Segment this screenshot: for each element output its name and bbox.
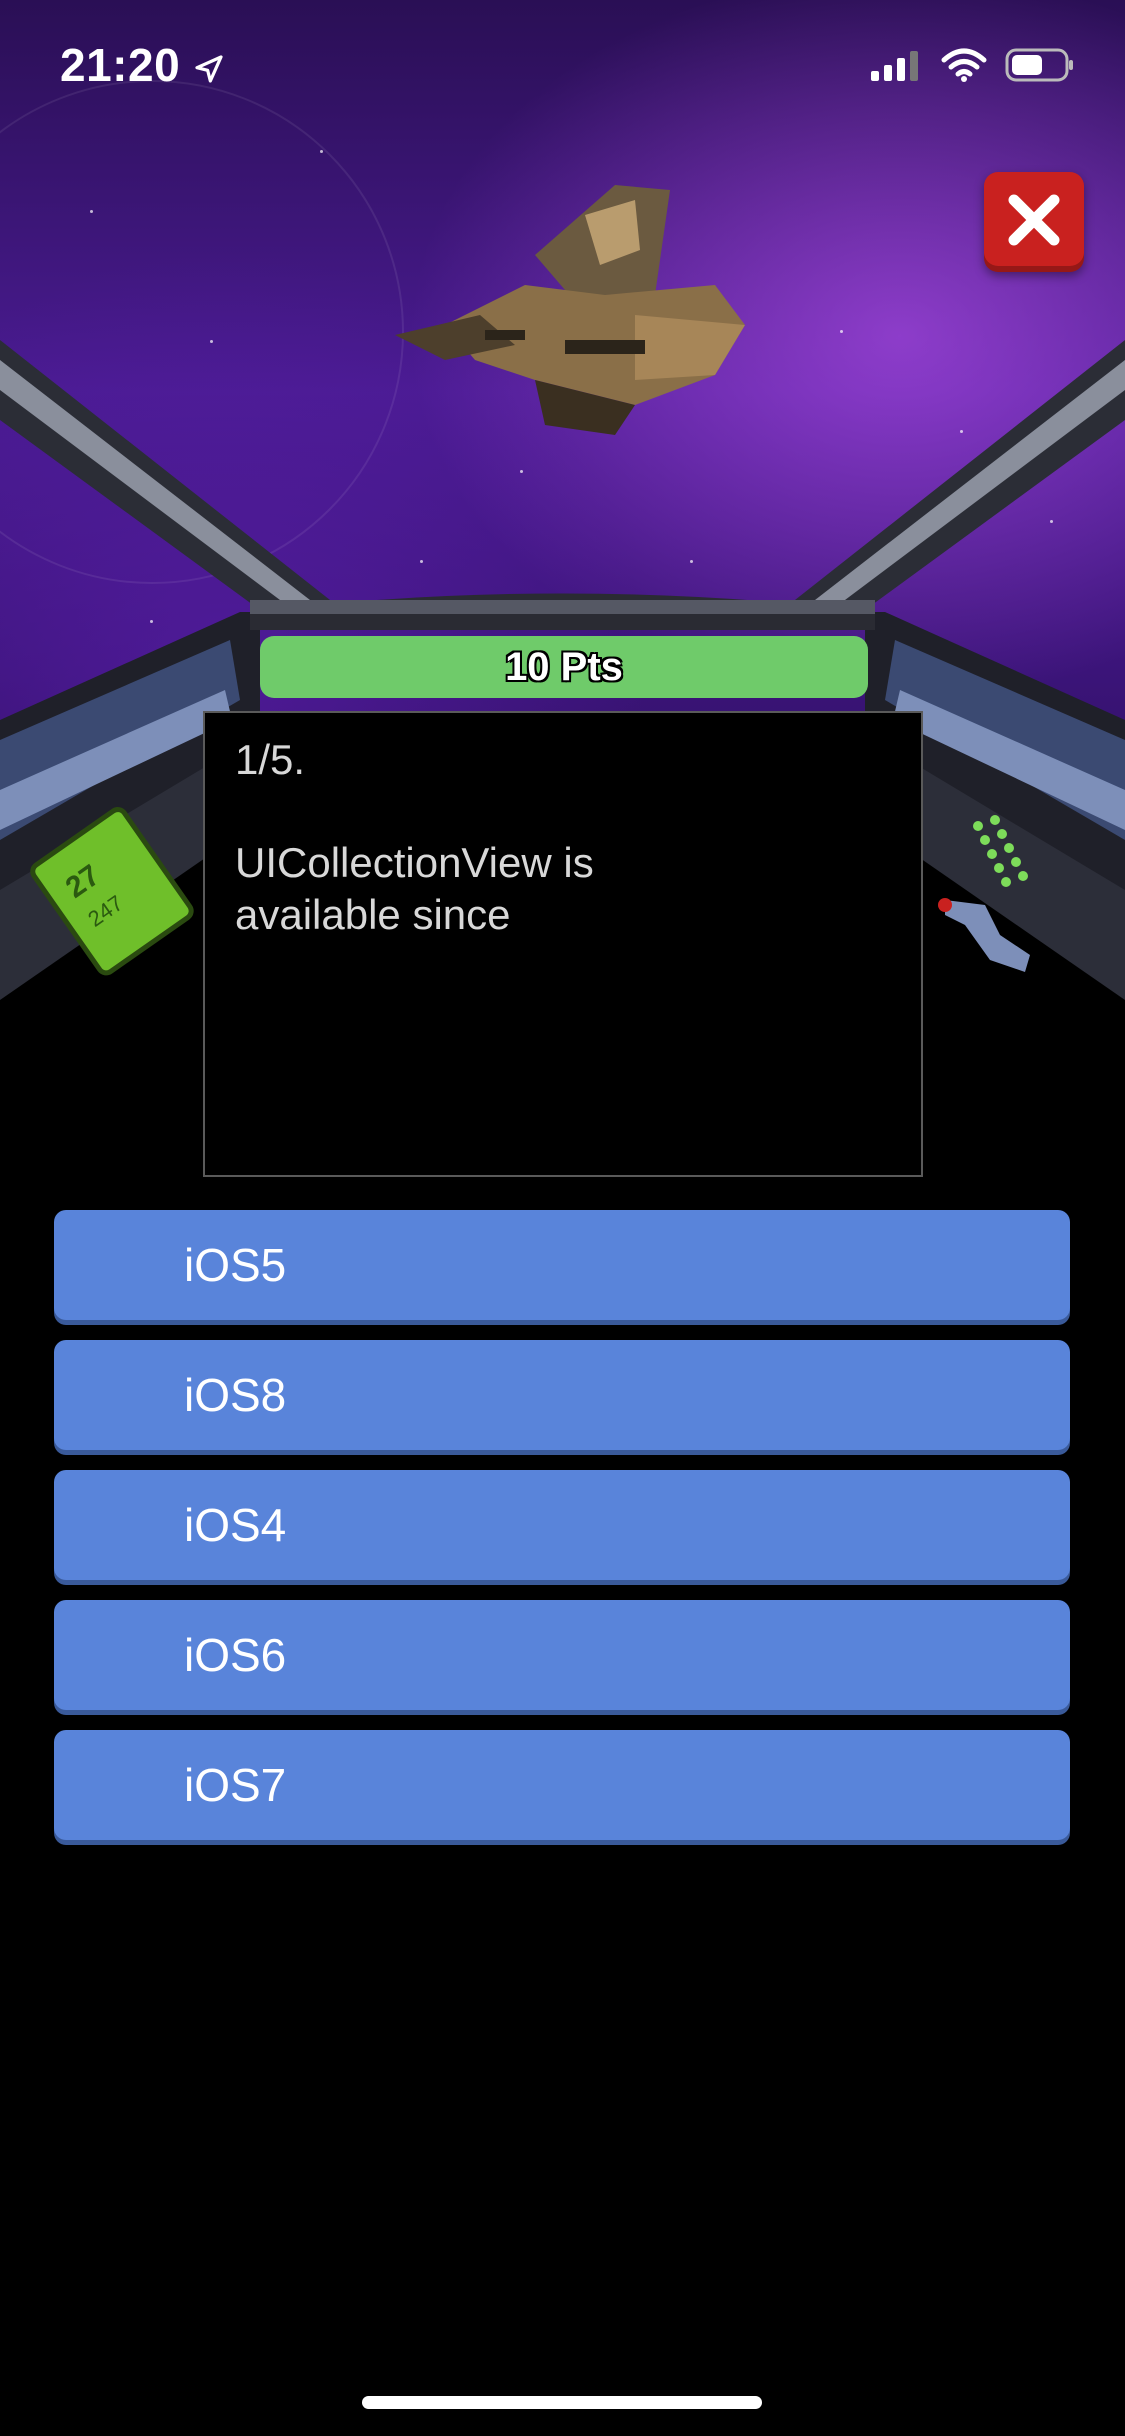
close-button[interactable] [984, 172, 1084, 272]
answer-button-3[interactable]: iOS4 [54, 1470, 1070, 1580]
question-box: 1/5. UICollectionView is available since [203, 711, 923, 1177]
answer-button-2[interactable]: iOS8 [54, 1340, 1070, 1450]
answer-list: iOS5 iOS8 iOS4 iOS6 iOS7 [54, 1210, 1070, 1860]
answer-button-4[interactable]: iOS6 [54, 1600, 1070, 1710]
answer-label: iOS5 [184, 1239, 287, 1291]
question-text: UICollectionView is available since [235, 839, 594, 938]
answer-label: iOS4 [184, 1499, 287, 1551]
score-bar: 10 Pts [260, 636, 868, 698]
location-arrow-icon [193, 42, 225, 96]
wifi-icon [941, 48, 987, 87]
answer-label: iOS8 [184, 1369, 287, 1421]
status-time: 21:20 [60, 38, 225, 96]
answer-button-1[interactable]: iOS5 [54, 1210, 1070, 1320]
close-icon [1004, 190, 1064, 255]
battery-icon [1005, 48, 1075, 87]
answer-button-5[interactable]: iOS7 [54, 1730, 1070, 1840]
answer-label: iOS6 [184, 1629, 287, 1681]
question-number: 1/5. [235, 736, 306, 783]
status-bar: 21:20 [0, 0, 1125, 140]
home-indicator[interactable] [362, 2396, 762, 2409]
answer-label: iOS7 [184, 1759, 287, 1811]
cellular-signal-icon [871, 49, 923, 86]
